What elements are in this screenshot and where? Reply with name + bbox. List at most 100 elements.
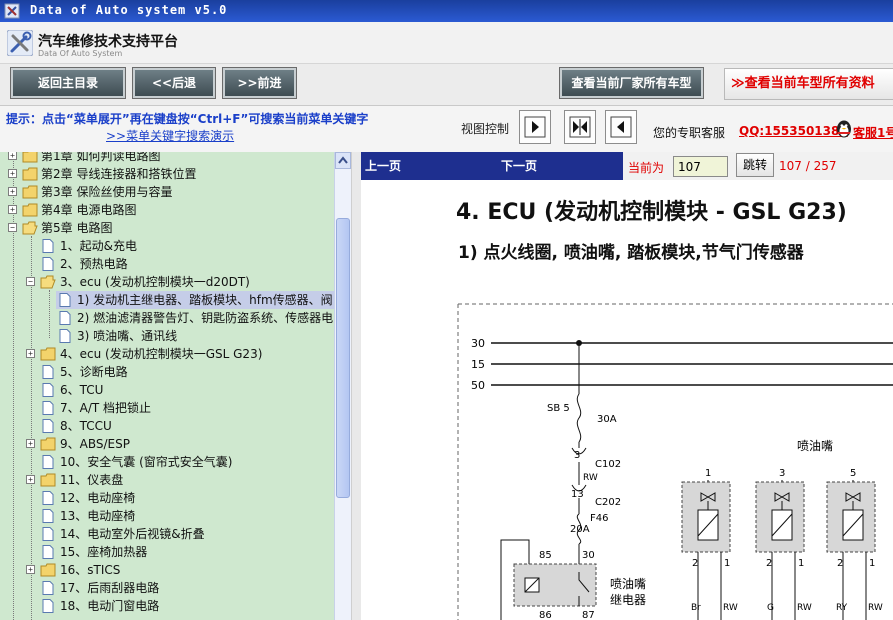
current-page-label: 当前为 <box>628 161 665 175</box>
injector-3-pin-2: 2 <box>766 558 772 569</box>
tree-item-10[interactable]: 10、安全气囊 (窗帘式安全气囊) <box>0 453 334 471</box>
folder-icon <box>22 152 38 163</box>
brand-subtitle: Data Of Auto System <box>38 49 123 58</box>
chapter-tree: + 第1章 如何判读电路图 + 第2章 导线连接器和搭铁位置 + 第3章 保险丝… <box>0 152 334 620</box>
tree-item-3-2[interactable]: 2) 燃油滤清器警告灯、钥匙防盗系统、传感器电 <box>56 309 334 327</box>
tree-chapter-3[interactable]: + 第3章 保险丝使用与容量 <box>0 183 334 201</box>
qq-penguin-icon[interactable] <box>835 119 853 139</box>
injector-5-wire-a: RY <box>836 603 848 613</box>
tree-label: 10、安全气囊 (窗帘式安全气囊) <box>60 455 233 469</box>
page-number-input[interactable] <box>673 156 728 177</box>
tree-item-17[interactable]: 17、后雨刮器电路 <box>0 579 334 597</box>
tree-item-11[interactable]: + 11、仪表盘 <box>0 471 334 489</box>
injector-5-pin-1: 1 <box>869 558 875 569</box>
tree-item-8[interactable]: 8、TCCU <box>0 417 334 435</box>
tree-chapter-1[interactable]: + 第1章 如何判读电路图 <box>0 152 334 165</box>
main-toolbar: 返回主目录 <<后退 >>前进 查看当前厂家所有车型 ≫查看当前车型所有资料 <box>0 64 893 106</box>
tree-item-6[interactable]: 6、TCU <box>0 381 334 399</box>
expand-plus-icon[interactable]: + <box>26 475 35 484</box>
tree-label: 3) 喷油嘴、通讯线 <box>77 329 178 343</box>
pane-splitter[interactable] <box>351 152 361 620</box>
wire-color-label: RW <box>583 473 598 483</box>
tree-label: 第2章 导线连接器和搭铁位置 <box>41 167 197 181</box>
tree-item-7[interactable]: 7、A/T 档把锁止 <box>0 399 334 417</box>
tree-item-15[interactable]: 15、座椅加热器 <box>0 543 334 561</box>
maker-models-button[interactable]: 查看当前厂家所有车型 <box>559 67 704 99</box>
rail-50-label: 50 <box>471 379 485 392</box>
fuse-name: SB 5 <box>547 403 570 414</box>
current-models-button[interactable]: ≫查看当前车型所有资料 <box>724 68 893 100</box>
hint-bar: 提示：点击“菜单展开”再在键盘按“Ctrl+F”可搜索当前菜单关键字 >>菜单关… <box>0 106 893 152</box>
tree-item-16[interactable]: + 16、sTICS <box>0 561 334 579</box>
tree-item-14[interactable]: 14、电动室外后视镜&折叠 <box>0 525 334 543</box>
expand-plus-icon[interactable]: + <box>8 205 17 214</box>
jump-button[interactable]: 跳转 <box>736 153 774 177</box>
forward-button[interactable]: >>前进 <box>222 67 297 99</box>
tree-chapter-2[interactable]: + 第2章 导线连接器和搭铁位置 <box>0 165 334 183</box>
tree-label: 4、ecu (发动机控制模块一GSL G23) <box>60 347 263 361</box>
arrow-left-icon <box>610 116 632 138</box>
search-demo-link[interactable]: >>菜单关键字搜索演示 <box>106 127 234 144</box>
expand-plus-icon[interactable]: + <box>26 565 35 574</box>
tree-scrollbar[interactable] <box>334 152 351 620</box>
prev-page-link[interactable]: 上一页 <box>365 157 401 174</box>
back-button[interactable]: <<后退 <box>132 67 216 99</box>
collapse-minus-icon[interactable]: − <box>26 277 35 286</box>
title-bar: Data of Auto system v5.0 <box>0 0 893 22</box>
tree-label: 17、后雨刮器电路 <box>60 581 160 595</box>
expand-plus-icon[interactable]: + <box>26 349 35 358</box>
view-expand-left-button[interactable] <box>605 110 637 144</box>
tree-item-2[interactable]: 2、预热电路 <box>0 255 334 273</box>
tree-item-12[interactable]: 12、电动座椅 <box>0 489 334 507</box>
document-icon <box>42 383 54 397</box>
pin-3-label: 3 <box>574 450 580 461</box>
scroll-thumb[interactable] <box>336 218 350 498</box>
tree-item-3-1-selected[interactable]: 1) 发动机主继电器、踏板模块、hfm传感器、阀 <box>56 291 334 309</box>
tree-label: 1) 发动机主继电器、踏板模块、hfm传感器、阀 <box>77 293 333 307</box>
injector-5: 5 2 1 RY RW <box>826 468 883 620</box>
tree-chapter-4[interactable]: + 第4章 电源电路图 <box>0 201 334 219</box>
expand-plus-icon[interactable]: + <box>8 187 17 196</box>
folder-icon <box>40 347 56 361</box>
app-icon <box>4 3 20 19</box>
tree-label: 第1章 如何判读电路图 <box>41 152 161 163</box>
injector-group-title: 喷油嘴 <box>797 439 833 453</box>
service-label: 您的专职客服 <box>653 126 726 140</box>
tree-label: 6、TCU <box>60 383 104 397</box>
wiring-diagram: 30 15 50 SB 5 30A 3 C102 RW 13 C202 F46 … <box>457 303 893 620</box>
view-split-button[interactable] <box>564 110 596 144</box>
tree-item-5[interactable]: 5、诊断电路 <box>0 363 334 381</box>
document-icon <box>59 293 71 307</box>
document-icon <box>59 329 71 343</box>
tree-item-1[interactable]: 1、起动&充电 <box>0 237 334 255</box>
page-jump-area: 当前为 跳转 107 / 257 <box>623 152 893 180</box>
next-page-link[interactable]: 下一页 <box>501 157 537 174</box>
tree-item-9[interactable]: + 9、ABS/ESP <box>0 435 334 453</box>
view-expand-right-button[interactable] <box>519 110 551 144</box>
expand-plus-icon[interactable]: + <box>26 439 35 448</box>
tree-item-4[interactable]: + 4、ecu (发动机控制模块一GSL G23) <box>0 345 334 363</box>
folder-icon <box>22 167 38 181</box>
tree-label: 1、起动&充电 <box>60 239 137 253</box>
page-count: 107 / 257 <box>779 159 837 173</box>
tree-item-13[interactable]: 13、电动座椅 <box>0 507 334 525</box>
expand-plus-icon[interactable]: + <box>8 152 17 160</box>
injector-5-number: 5 <box>850 468 856 479</box>
document-icon <box>42 581 54 595</box>
scroll-up-button[interactable] <box>335 152 351 169</box>
tree-label: 11、仪表盘 <box>60 473 124 487</box>
qq-link[interactable]: QQ:1553501388 <box>739 124 848 138</box>
service-agent-link[interactable]: 客服1号 <box>853 124 893 141</box>
tree-item-18[interactable]: 18、电动门窗电路 <box>0 597 334 615</box>
tree-label: 7、A/T 档把锁止 <box>60 401 152 415</box>
expand-plus-icon[interactable]: + <box>8 169 17 178</box>
tree-label: 8、TCCU <box>60 419 112 433</box>
tree-item-3-3[interactable]: 3) 喷油嘴、通讯线 <box>56 327 334 345</box>
home-button[interactable]: 返回主目录 <box>10 67 126 99</box>
page-nav-bar: 上一页 下一页 当前为 跳转 107 / 257 <box>361 152 893 180</box>
collapse-minus-icon[interactable]: − <box>8 223 17 232</box>
tree-item-3[interactable]: − 3、ecu (发动机控制模块一d20DT) <box>0 273 334 291</box>
tree-label: 16、sTICS <box>60 563 121 577</box>
tree-chapter-5[interactable]: − 第5章 电路图 <box>0 219 334 237</box>
connector-c202-label: C202 <box>595 497 621 508</box>
